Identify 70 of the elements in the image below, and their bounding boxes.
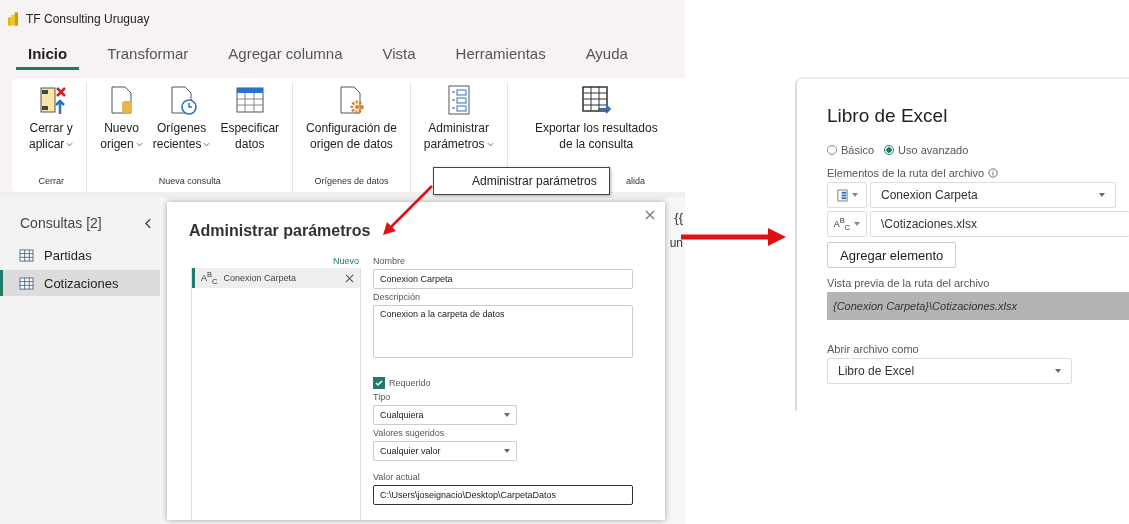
delete-icon[interactable] <box>345 273 354 283</box>
ribbon-button[interactable]: Cerrar y aplicar <box>26 82 77 176</box>
table-cell: un <box>669 236 683 250</box>
add-element-button[interactable]: Agregar elemento <box>827 242 957 268</box>
query-item[interactable]: Partidas <box>0 242 160 268</box>
queries-title: Consultas [2] <box>20 215 102 231</box>
group-label: alida <box>626 176 645 188</box>
field-label: Elementos de la ruta del archivo <box>827 167 985 179</box>
chevron-down-icon <box>66 141 74 147</box>
collapse-icon[interactable] <box>145 217 152 229</box>
field-label: Descripción <box>373 292 422 302</box>
path-preview: {Conexion Carpeta}\Cotizaciones.xlsx <box>827 292 1129 320</box>
dialog-title: Administrar parámetros <box>189 222 371 241</box>
field-label: Valores sugeridos <box>373 428 446 438</box>
ribbon-tab[interactable]: Herramientas <box>443 40 558 70</box>
close-icon[interactable] <box>645 210 655 220</box>
panel-title: Libro de Excel <box>827 105 949 127</box>
current-value-field[interactable]: C:\Users\joseignacio\Desktop\CarpetaDatos <box>373 485 633 505</box>
ribbon-tab[interactable]: Vista <box>370 40 428 70</box>
ribbon-button[interactable]: Nuevo origen <box>97 82 146 176</box>
name-field[interactable]: Conexion Carpeta <box>373 269 633 289</box>
group-label: Orígenes de datos <box>314 176 389 188</box>
caret-icon <box>854 222 861 226</box>
formula-text: {{ <box>674 210 683 225</box>
new-link[interactable]: Nuevo <box>331 256 361 268</box>
group-label: Nueva consulta <box>158 176 221 188</box>
suggested-values-select[interactable]: Cualquier valor <box>373 441 517 461</box>
chevron-down-icon <box>203 141 211 147</box>
chevron-down-icon <box>486 141 494 147</box>
ribbon-tab[interactable]: Ayuda <box>573 40 640 70</box>
table-icon <box>233 84 266 116</box>
pointer-arrow <box>383 185 433 235</box>
parameter-item[interactable]: A$^{B}$$_{C}$ Conexion Carpeta <box>192 268 360 288</box>
ribbon-tab[interactable]: Transformar <box>95 40 201 70</box>
type-dropdown[interactable] <box>827 182 867 208</box>
caret-icon <box>851 193 858 197</box>
field-label: Vista previa de la ruta del archivo <box>827 277 991 289</box>
mode-radio[interactable]: Básico <box>827 144 875 156</box>
ribbon-button[interactable]: Orígenes recientes <box>149 82 214 176</box>
parameter-icon <box>836 188 848 202</box>
table-icon <box>19 248 34 262</box>
info-icon <box>988 168 999 178</box>
mode-radio[interactable]: Uso avanzado <box>884 144 969 156</box>
open-as-select[interactable]: Libro de Excel <box>827 358 1072 384</box>
chevron-down-icon <box>135 141 143 147</box>
app-logo-icon <box>8 12 18 26</box>
field-label: Valor actual <box>373 472 421 482</box>
caret-icon <box>1099 193 1105 197</box>
field-label: Abrir archivo como <box>827 343 920 355</box>
caret-icon <box>1055 369 1061 373</box>
ribbon-tab[interactable]: Inicio <box>16 40 80 70</box>
ribbon-button[interactable]: Configuración de origen de datos <box>303 82 400 176</box>
caret-icon <box>504 449 510 453</box>
field-label: Nombre <box>373 256 406 266</box>
checkbox-label: Requerido <box>389 378 431 388</box>
table-export-icon <box>580 84 613 116</box>
type-select[interactable]: Cualquiera <box>373 405 517 425</box>
query-item[interactable]: Cotizaciones <box>0 270 160 296</box>
description-field[interactable]: Conexion a la carpeta de datos <box>373 305 633 358</box>
group-label: Cerrar <box>38 176 64 188</box>
ribbon-tab[interactable]: Agregar columna <box>216 40 355 70</box>
path-text-field[interactable]: \Cotizaciones.xlsx <box>870 211 1129 237</box>
window-title: TF Consulting Uruguay <box>26 12 150 26</box>
parameter-select[interactable]: Conexion Carpeta <box>870 182 1116 208</box>
ribbon-button[interactable]: Especificar datos <box>217 82 283 176</box>
table-icon <box>19 276 34 290</box>
required-checkbox[interactable] <box>373 377 385 389</box>
field-label: Tipo <box>373 392 392 402</box>
menu-item[interactable]: Administrar parámetros <box>434 168 609 194</box>
caret-icon <box>504 413 510 417</box>
